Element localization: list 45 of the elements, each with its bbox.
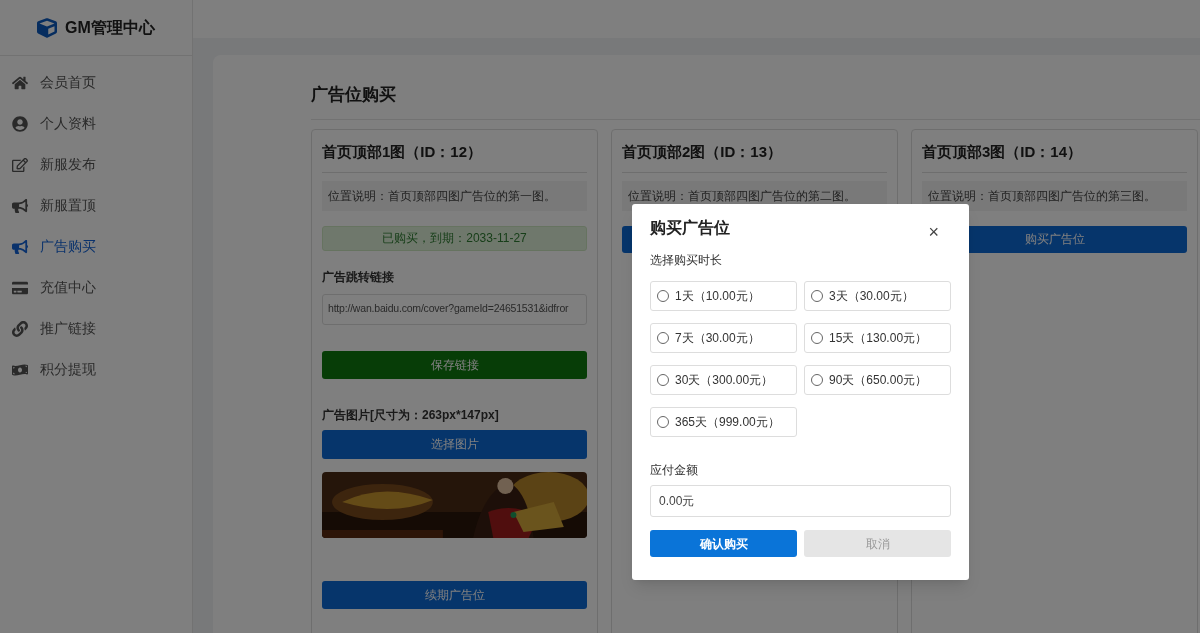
duration-option[interactable]: 15天（130.00元） bbox=[804, 323, 951, 353]
edit-icon bbox=[12, 156, 28, 173]
amount-label: 应付金额 bbox=[650, 462, 699, 479]
slot-description: 位置说明：首页顶部四图广告位的第三图。 bbox=[922, 180, 1187, 211]
sidebar-item[interactable]: 广告购买 bbox=[0, 226, 192, 267]
renew-button[interactable]: 续期广告位 bbox=[322, 580, 587, 609]
brand-title: GM管理中心 bbox=[65, 17, 155, 38]
page-title: 广告位购买 bbox=[311, 84, 397, 106]
duration-option[interactable]: 1天（10.00元） bbox=[650, 281, 797, 311]
home-icon bbox=[12, 74, 28, 91]
slot-description: 位置说明：首页顶部四图广告位的第一图。 bbox=[322, 180, 587, 211]
dialog-title: 购买广告位 bbox=[650, 218, 730, 238]
sidebar-item[interactable]: 推广链接 bbox=[0, 308, 192, 349]
duration-option[interactable]: 7天（30.00元） bbox=[650, 323, 797, 353]
select-image-button[interactable]: 选择图片 bbox=[322, 429, 587, 459]
duration-option[interactable]: 30天（300.00元） bbox=[650, 365, 797, 395]
money-icon bbox=[12, 361, 28, 378]
card-title: 首页顶部3图（ID：14） bbox=[922, 130, 1187, 173]
sidebar-item[interactable]: 积分提现 bbox=[0, 349, 192, 390]
megaphone-icon bbox=[12, 197, 28, 214]
user-icon bbox=[12, 115, 28, 132]
amount-field[interactable]: 0.00元 bbox=[650, 485, 951, 517]
megaphone-icon bbox=[12, 238, 28, 255]
sidebar-item[interactable]: 会员首页 bbox=[0, 62, 192, 103]
sidebar-item[interactable]: 新服置顶 bbox=[0, 185, 192, 226]
save-link-button[interactable]: 保存链接 bbox=[322, 350, 587, 379]
duration-option[interactable]: 90天（650.00元） bbox=[804, 365, 951, 395]
sidebar-item[interactable]: 充值中心 bbox=[0, 267, 192, 308]
card-icon bbox=[12, 279, 28, 296]
close-button[interactable]: × bbox=[928, 223, 939, 241]
duration-label: 选择购买时长 bbox=[650, 252, 723, 269]
duration-option[interactable]: 365天（999.00元） bbox=[650, 407, 797, 437]
cube-logo-icon bbox=[37, 17, 58, 38]
sidebar-item[interactable]: 个人资料 bbox=[0, 103, 192, 144]
card-title: 首页顶部1图（ID：12） bbox=[322, 130, 587, 173]
purchase-status: 已购买，到期：2033-11-27 bbox=[322, 225, 587, 251]
sidebar-item[interactable]: 新服发布 bbox=[0, 144, 192, 185]
link-field[interactable]: http://wan.baidu.com/cover?gameId=24651531&idfror bbox=[322, 293, 587, 325]
duration-option[interactable]: 3天（30.00元） bbox=[804, 281, 951, 311]
card-title: 首页顶部2图（ID：13） bbox=[622, 130, 887, 173]
link-label: 广告跳转链接 bbox=[322, 268, 395, 286]
cancel-button[interactable]: 取消 bbox=[804, 530, 951, 557]
link-icon bbox=[12, 320, 28, 337]
confirm-button[interactable]: 确认购买 bbox=[650, 530, 797, 557]
image-size-label: 广告图片[尺寸为：263px*147px] bbox=[322, 406, 500, 424]
